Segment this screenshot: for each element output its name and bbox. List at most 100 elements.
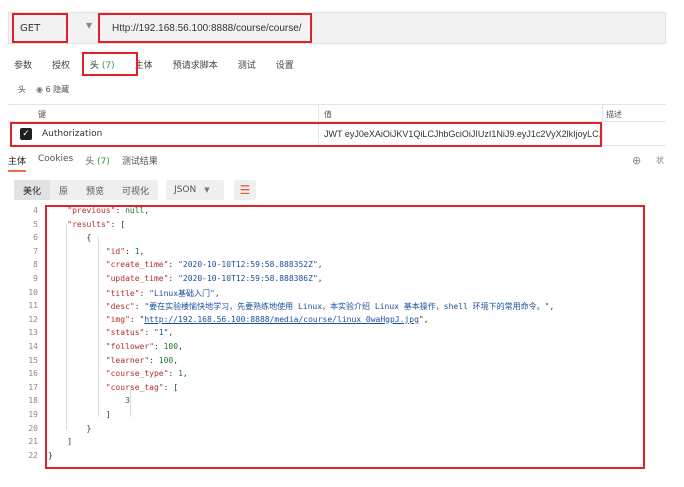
code-text: "img": "http://192.168.56.100:8888/media… <box>105 314 429 324</box>
line-number: 14 <box>28 342 38 351</box>
view-preview-button[interactable]: 预览 <box>77 180 114 200</box>
eye-icon: ◉ <box>36 85 43 94</box>
tab-label: 头 <box>90 61 100 71</box>
tab-headers[interactable]: 头 (7) <box>90 58 115 71</box>
method-select[interactable]: GET <box>12 15 68 41</box>
indent-guide <box>130 386 131 417</box>
code-line: 9 "update_time": "2020-10-10T12:59:58.88… <box>8 274 668 288</box>
code-text: } <box>48 450 53 460</box>
response-tab-test-results[interactable]: 测试结果 <box>122 154 158 172</box>
tab-label: 主体 <box>8 157 27 167</box>
indent-guide <box>98 237 99 417</box>
code-text: "learner": 100, <box>105 355 179 365</box>
chevron-down-icon[interactable]: ▼ <box>86 21 92 30</box>
header-row-authorization: ✓ Authorization JWT eyJ0eXAiOiJKV1QiLCJh… <box>8 124 666 146</box>
header-key-field[interactable]: Authorization <box>42 129 102 139</box>
code-text: "id": 1, <box>105 246 145 256</box>
code-line: 6 { <box>8 233 668 247</box>
response-tabs: 主体 Cookies 头 (7) 测试结果 ⊕ 状 <box>8 154 676 172</box>
url-input[interactable]: Http://192.168.56.100:8888/course/course… <box>104 15 309 41</box>
code-line: 10 "title": "Linux基础入门", <box>8 288 668 302</box>
header-value-field[interactable]: JWT eyJ0eXAiOiJKV1QiLCJhbGciOiJIUzI1NiJ9… <box>324 129 604 139</box>
tab-params[interactable]: 参数 <box>14 58 32 71</box>
view-visualize-button[interactable]: 可视化 <box>113 180 159 200</box>
indent-guide <box>66 223 67 431</box>
view-pretty-button[interactable]: 美化 <box>14 180 51 200</box>
response-body-code[interactable]: 4 "previous": null, 5 "results": [6 {7 "i… <box>8 206 668 476</box>
code-text: "course_tag": [ <box>105 382 179 392</box>
response-tab-cookies[interactable]: Cookies <box>38 154 73 172</box>
tab-count: (7) <box>97 157 110 167</box>
col-value: 值 <box>324 110 332 119</box>
tab-label: 预请求脚本 <box>172 61 218 71</box>
line-number: 6 <box>33 233 38 243</box>
code-line: 4 "previous": null, <box>8 206 668 220</box>
view-raw-button[interactable]: 原 <box>50 180 78 200</box>
line-number: 16 <box>28 369 38 379</box>
tab-label: 测试 <box>237 61 256 71</box>
column-divider <box>602 124 603 145</box>
line-number: 7 <box>33 246 38 256</box>
tab-count: (7) <box>101 61 115 71</box>
headers-table-head: 键 值 描述 <box>8 104 666 122</box>
tab-pre-request-script[interactable]: 预请求脚本 <box>173 58 218 71</box>
format-select[interactable]: JSON ▼ <box>166 180 225 200</box>
line-number: 21 <box>28 437 38 447</box>
code-text: ] <box>48 437 73 447</box>
headers-sub-label: 头 <box>18 85 26 94</box>
line-number: 13 <box>28 328 38 338</box>
header-enabled-checkbox[interactable]: ✓ <box>20 128 32 140</box>
tab-body[interactable]: 主体 <box>135 58 153 71</box>
hidden-headers-toggle[interactable]: ◉ 6 隐藏 <box>36 84 69 95</box>
view-mode-group: 美化 原 预览 可视化 <box>14 180 159 200</box>
headers-subbar: 头 ◉ 6 隐藏 <box>18 84 69 95</box>
code-text: "update_time": "2020-10-10T12:59:58.8883… <box>105 274 323 283</box>
code-line: 19 ] <box>8 410 668 424</box>
line-number: 18 <box>28 396 38 406</box>
line-number: 15 <box>28 355 38 365</box>
code-text: } <box>48 423 92 433</box>
code-text: "course_type": 1, <box>105 369 188 379</box>
code-text: "title": "Linux基础入门", <box>105 288 220 298</box>
code-line: 8 "create_time": "2020-10-10T12:59:58.88… <box>8 260 668 274</box>
status-label: 状 <box>656 156 664 165</box>
line-number: 22 <box>28 450 38 460</box>
format-label: JSON <box>174 185 197 195</box>
code-line: 11 "desc": "要在实验楼愉快地学习，先要熟练地使用 Linux，本实验… <box>8 301 668 315</box>
code-line: 16 "course_type": 1, <box>8 369 668 383</box>
code-line: 21 ] <box>8 437 668 451</box>
tab-tests[interactable]: 测试 <box>238 58 256 71</box>
line-number: 12 <box>28 314 38 324</box>
code-text: "results": [ <box>67 219 126 229</box>
code-line: 18 3 <box>8 396 668 410</box>
chevron-down-icon: ▼ <box>204 186 210 194</box>
code-text: "create_time": "2020-10-10T12:59:58.8883… <box>105 260 323 270</box>
response-tab-headers[interactable]: 头 (7) <box>85 154 110 172</box>
tab-settings[interactable]: 设置 <box>276 58 294 71</box>
tab-auth[interactable]: 授权 <box>52 58 70 71</box>
code-text: 3 <box>125 396 130 406</box>
code-line: 12 "img": "http://192.168.56.100:8888/me… <box>8 315 668 329</box>
line-number: 17 <box>28 382 38 392</box>
line-number: 11 <box>28 301 38 311</box>
tab-label: 测试结果 <box>121 157 158 167</box>
request-tabs: 参数 授权 头 (7) 主体 预请求脚本 测试 设置 <box>14 58 314 71</box>
line-number: 4 <box>33 206 38 215</box>
code-text: "desc": "要在实验楼愉快地学习，先要熟练地使用 Linux，本实验介绍 … <box>105 302 555 312</box>
response-tab-body[interactable]: 主体 <box>8 154 27 172</box>
tab-label: 主体 <box>134 61 153 71</box>
code-line: 17 "course_tag": [ <box>8 383 668 397</box>
line-number: 8 <box>33 260 38 270</box>
code-line: 14 "follower": 100, <box>8 342 668 356</box>
globe-icon[interactable]: ⊕ <box>632 154 641 167</box>
column-divider <box>318 105 319 121</box>
response-view-toolbar: 美化 原 预览 可视化 JSON ▼ ☰ <box>14 180 257 200</box>
tab-label: Cookies <box>38 154 74 164</box>
code-line: 7 "id": 1, <box>8 247 668 261</box>
line-number: 9 <box>33 274 38 283</box>
line-number: 20 <box>28 423 38 433</box>
code-text: "previous": null, <box>67 206 150 215</box>
code-line: 15 "learner": 100, <box>8 356 668 370</box>
line-number: 10 <box>28 287 38 297</box>
wrap-lines-icon[interactable]: ☰ <box>234 180 257 200</box>
